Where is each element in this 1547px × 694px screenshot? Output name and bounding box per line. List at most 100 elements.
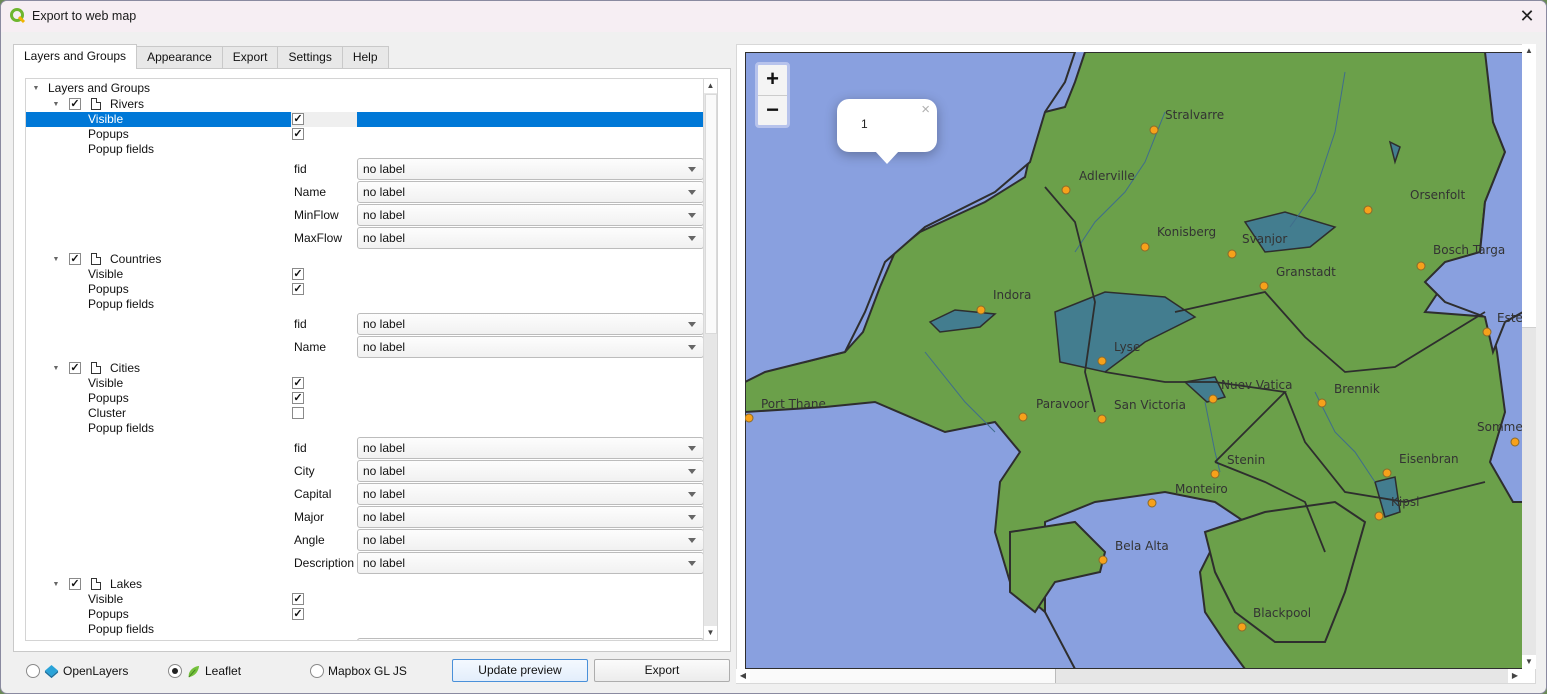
export-button[interactable]: Export — [594, 659, 730, 682]
layer-checkbox-countries[interactable]: ✓ — [69, 253, 81, 265]
field-label-select[interactable]: no label — [357, 204, 704, 226]
field-row-name: Name no label — [26, 336, 705, 359]
scroll-right-icon[interactable]: ▶ — [1508, 669, 1522, 683]
radio-mapbox-gl-js[interactable]: Mapbox GL JS — [310, 663, 407, 679]
field-label-select[interactable]: no label — [357, 506, 704, 528]
zoom-in-button[interactable]: + — [758, 65, 787, 95]
field-label-select[interactable]: no label — [357, 313, 704, 335]
leaflet-icon — [188, 665, 200, 677]
field-row-minflow: MinFlow no label — [26, 204, 705, 227]
popups-checkbox[interactable]: ✓ — [292, 392, 304, 404]
layer-file-icon — [91, 578, 101, 590]
field-row-angle: Angle no label — [26, 529, 705, 552]
update-preview-button[interactable]: Update preview — [452, 659, 588, 682]
map-vertical-scrollbar[interactable]: ▲ ▼ — [1522, 44, 1536, 669]
tab-appearance[interactable]: Appearance — [136, 46, 223, 69]
scroll-left-icon[interactable]: ◀ — [736, 669, 750, 683]
prop-row-visible[interactable]: Visible ✓ — [26, 267, 705, 282]
field-label-select[interactable] — [357, 638, 704, 640]
prop-row-visible[interactable]: Visible ✓ — [26, 112, 705, 127]
layer-row-lakes[interactable]: ▼ ✓ Lakes — [26, 577, 705, 592]
expand-arrow-icon[interactable]: ▼ — [51, 97, 61, 112]
chevron-down-icon — [688, 561, 696, 566]
expand-arrow-icon[interactable]: ▼ — [51, 252, 61, 267]
field-label-select[interactable]: no label — [357, 158, 704, 180]
expand-arrow-icon[interactable]: ▼ — [51, 361, 61, 376]
layer-checkbox-lakes[interactable]: ✓ — [69, 578, 81, 590]
field-label: City — [294, 464, 315, 478]
tab-help[interactable]: Help — [341, 46, 389, 69]
scrollbar-thumb[interactable] — [1522, 58, 1536, 328]
select-value: no label — [363, 340, 406, 354]
radio-openlayers[interactable]: OpenLayers — [26, 663, 128, 679]
prop-row-popups[interactable]: Popups ✓ — [26, 607, 705, 622]
scroll-up-icon[interactable]: ▲ — [1522, 44, 1536, 58]
layer-row-countries[interactable]: ▼ ✓ Countries — [26, 252, 705, 267]
prop-row-visible[interactable]: Visible ✓ — [26, 376, 705, 391]
city-label: Svanjor — [1242, 232, 1287, 246]
city-label: Brennik — [1334, 382, 1380, 396]
popups-checkbox[interactable]: ✓ — [292, 128, 304, 140]
field-label-select[interactable]: no label — [357, 529, 704, 551]
field-label-select[interactable]: no label — [357, 460, 704, 482]
layer-row-cities[interactable]: ▼ ✓ Cities — [26, 361, 705, 376]
prop-row-popup-fields[interactable]: Popup fields — [26, 622, 705, 637]
tree-root[interactable]: ▼ Layers and Groups — [26, 81, 705, 96]
visible-checkbox[interactable]: ✓ — [292, 593, 304, 605]
tree-scrollbar[interactable]: ▲ ▼ — [703, 79, 717, 640]
layer-checkbox-cities[interactable]: ✓ — [69, 362, 81, 374]
prop-row-cluster[interactable]: Cluster — [26, 406, 705, 421]
chevron-down-icon — [688, 322, 696, 327]
popups-checkbox[interactable]: ✓ — [292, 283, 304, 295]
select-value: no label — [363, 441, 406, 455]
zoom-out-button[interactable]: − — [758, 95, 787, 125]
field-label-select[interactable]: no label — [357, 227, 704, 249]
layer-row-rivers[interactable]: ▼ ✓ Rivers — [26, 97, 705, 112]
radio-button[interactable] — [168, 664, 182, 678]
scroll-down-icon[interactable]: ▼ — [704, 626, 717, 640]
expand-arrow-icon[interactable]: ▼ — [31, 81, 41, 96]
city-label: Este — [1497, 311, 1523, 325]
layer-checkbox-rivers[interactable]: ✓ — [69, 98, 81, 110]
popup-close-icon[interactable]: × — [921, 101, 930, 118]
scrollbar-thumb[interactable] — [705, 94, 717, 334]
field-label-select[interactable]: no label — [357, 336, 704, 358]
prop-row-popup-fields[interactable]: Popup fields — [26, 421, 705, 436]
chevron-down-icon — [688, 213, 696, 218]
prop-row-popups[interactable]: Popups ✓ — [26, 127, 705, 142]
prop-row-visible[interactable]: Visible ✓ — [26, 592, 705, 607]
radio-leaflet[interactable]: Leaflet — [168, 663, 241, 679]
close-icon[interactable]: ✕ — [1516, 5, 1538, 27]
tab-settings[interactable]: Settings — [277, 46, 343, 69]
prop-row-popup-fields[interactable]: Popup fields — [26, 142, 705, 157]
city-label: Indora — [993, 288, 1031, 302]
field-row-capital: Capital no label — [26, 483, 705, 506]
cluster-checkbox[interactable] — [292, 407, 304, 419]
popups-checkbox[interactable]: ✓ — [292, 608, 304, 620]
select-value: no label — [363, 231, 406, 245]
expand-arrow-icon[interactable]: ▼ — [51, 577, 61, 592]
radio-button[interactable] — [26, 664, 40, 678]
map-preview[interactable]: Stralvarre Adlerville Orsenfolt Konisberg Sv… — [745, 52, 1523, 669]
city-marker — [1510, 437, 1520, 447]
prop-row-popups[interactable]: Popups ✓ — [26, 391, 705, 406]
prop-row-popups[interactable]: Popups ✓ — [26, 282, 705, 297]
tab-export[interactable]: Export — [221, 46, 279, 69]
map-horizontal-scrollbar[interactable]: ◀ ▶ — [736, 669, 1522, 683]
visible-checkbox[interactable]: ✓ — [292, 268, 304, 280]
field-label-select[interactable]: no label — [357, 437, 704, 459]
city-label: Bela Alta — [1115, 539, 1169, 553]
field-label-select[interactable]: no label — [357, 181, 704, 203]
field-label-select[interactable]: no label — [357, 552, 704, 574]
city-marker — [1227, 249, 1237, 259]
radio-button[interactable] — [310, 664, 324, 678]
scroll-down-icon[interactable]: ▼ — [1522, 655, 1536, 669]
field-label-select[interactable]: no label — [357, 483, 704, 505]
scroll-up-icon[interactable]: ▲ — [704, 79, 717, 93]
scrollbar-thumb[interactable] — [750, 669, 1056, 683]
visible-checkbox[interactable]: ✓ — [292, 377, 304, 389]
prop-row-popup-fields[interactable]: Popup fields — [26, 297, 705, 312]
visible-checkbox[interactable]: ✓ — [292, 113, 304, 125]
tab-layers-and-groups[interactable]: Layers and Groups — [13, 44, 138, 69]
field-row-city: City no label — [26, 460, 705, 483]
